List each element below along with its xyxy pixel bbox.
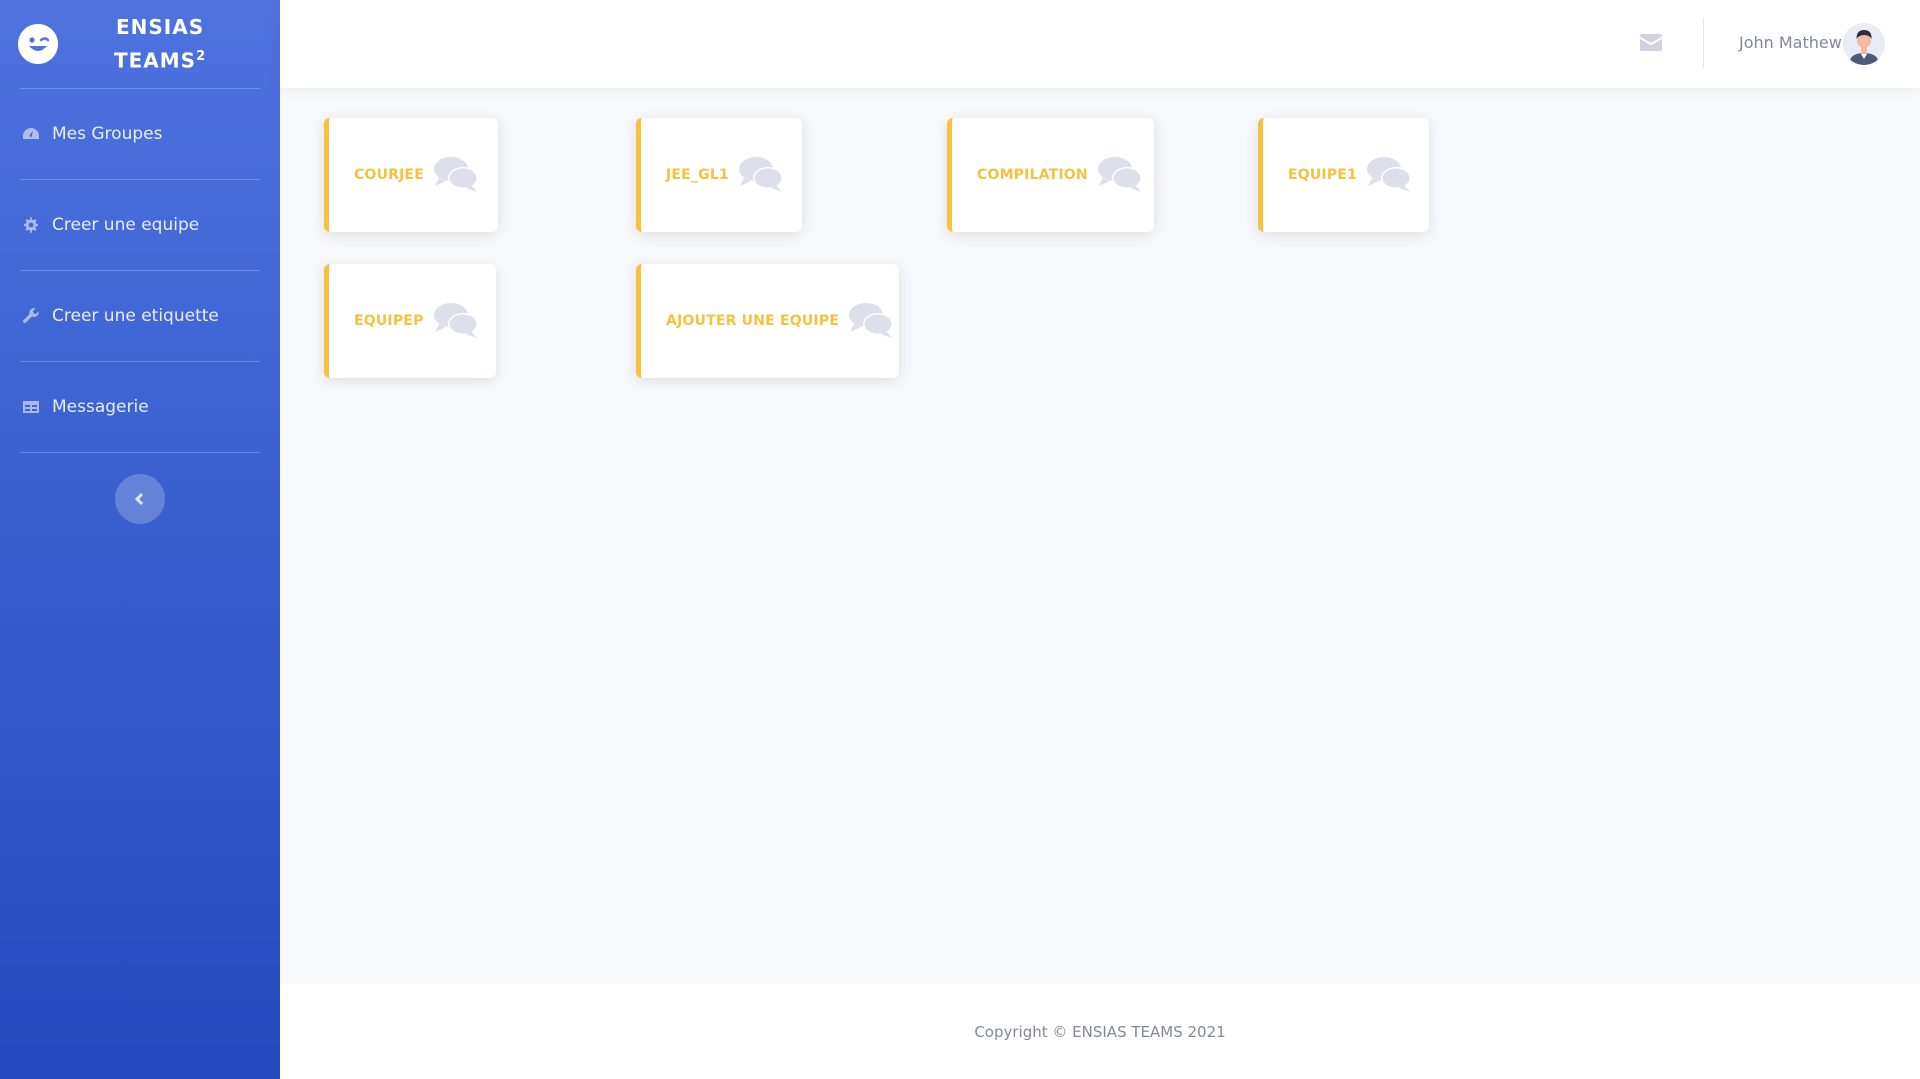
brand-line-2: TEAMS2 <box>114 42 206 76</box>
sidebar-item-mes-groupes[interactable]: Mes Groupes <box>0 89 280 179</box>
table-icon <box>22 398 40 416</box>
team-card-jee-gl1[interactable]: JEE_GL1 <box>636 118 802 232</box>
team-card-courjee[interactable]: COURJEE <box>324 118 498 232</box>
wink-face-icon <box>18 24 58 64</box>
add-team-card[interactable]: AJOUTER UNE EQUIPE <box>636 264 899 378</box>
brand-line-1: ENSIAS <box>116 15 205 40</box>
sidebar-item-label: Messagerie <box>52 397 149 417</box>
comments-icon <box>1366 156 1412 194</box>
card-label: EQUIPEP <box>354 313 424 329</box>
sidebar-item-label: Mes Groupes <box>52 124 163 144</box>
sidebar-toggle-button[interactable] <box>115 474 165 524</box>
sidebar: ENSIAS TEAMS2 Mes Groupes Creer une equi… <box>0 0 280 1079</box>
sidebar-divider <box>20 452 260 453</box>
copyright-text: Copyright © ENSIAS TEAMS 2021 <box>974 1022 1226 1041</box>
card-label: COURJEE <box>354 167 425 183</box>
comments-icon <box>848 302 894 340</box>
card-label: COMPILATION <box>977 167 1088 183</box>
team-card-equipep[interactable]: EQUIPEP <box>324 264 496 378</box>
sidebar-item-creer-etiquette[interactable]: Creer une etiquette <box>0 271 280 361</box>
chevron-left-icon <box>134 492 144 506</box>
sidebar-item-label: Creer une equipe <box>52 215 200 235</box>
user-name[interactable]: John Mathew <box>1739 33 1842 52</box>
team-card-compilation[interactable]: COMPILATION <box>947 118 1154 232</box>
tachometer-icon <box>22 125 40 143</box>
sidebar-item-creer-equipe[interactable]: Creer une equipe <box>0 180 280 270</box>
comments-icon <box>433 156 479 194</box>
topbar: John Mathew <box>280 0 1920 88</box>
comments-icon <box>738 156 784 194</box>
comments-icon <box>433 302 479 340</box>
brand-name: ENSIAS TEAMS2 <box>114 12 206 76</box>
gear-icon <box>22 216 40 234</box>
brand[interactable]: ENSIAS TEAMS2 <box>0 0 280 88</box>
brand-superscript: 2 <box>196 49 207 65</box>
card-label: JEE_GL1 <box>666 167 729 183</box>
card-label: EQUIPE1 <box>1288 167 1358 183</box>
sidebar-item-messagerie[interactable]: Messagerie <box>0 362 280 452</box>
wrench-icon <box>22 307 40 325</box>
team-card-equipe1[interactable]: EQUIPE1 <box>1258 118 1429 232</box>
envelope-icon[interactable] <box>1640 34 1662 51</box>
brand-line-2-text: TEAMS <box>114 48 197 73</box>
card-label: AJOUTER UNE EQUIPE <box>666 313 840 329</box>
topbar-divider <box>1703 18 1704 68</box>
comments-icon <box>1097 156 1143 194</box>
avatar[interactable] <box>1843 23 1885 65</box>
sidebar-toggle-wrap <box>0 474 280 524</box>
sidebar-item-label: Creer une etiquette <box>52 306 219 326</box>
footer: Copyright © ENSIAS TEAMS 2021 <box>280 984 1920 1079</box>
